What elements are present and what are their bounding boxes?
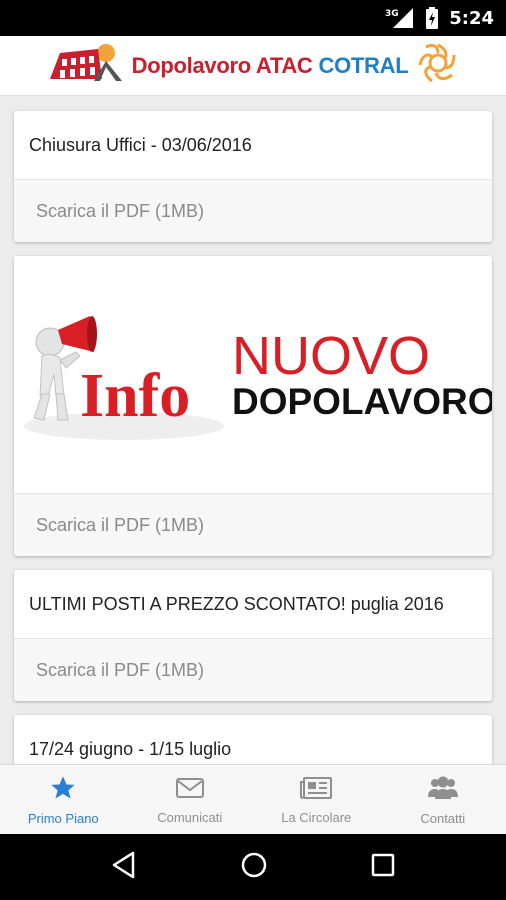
back-icon[interactable] bbox=[111, 851, 137, 884]
news-card-title[interactable]: 17/24 giugno - 1/15 luglio bbox=[14, 715, 492, 764]
envelope-icon bbox=[175, 775, 205, 804]
news-card-title[interactable]: ULTIMI POSTI A PREZZO SCONTATO! puglia 2… bbox=[14, 570, 492, 639]
svg-text:3G: 3G bbox=[385, 9, 399, 19]
download-pdf-button[interactable]: Scarica il PDF (1MB) bbox=[14, 639, 492, 701]
news-card: Info NUOVO DOPOLAVORO Scarica il PDF (1M… bbox=[14, 256, 492, 556]
tab-contatti[interactable]: Contatti bbox=[380, 765, 506, 834]
tab-label: La Circolare bbox=[281, 809, 352, 825]
clock: 5:24 bbox=[449, 7, 494, 29]
tab-la-circolare[interactable]: La Circolare bbox=[253, 765, 380, 834]
tab-label: Contatti bbox=[420, 810, 466, 826]
status-bar: 3G 5:24 bbox=[0, 0, 506, 36]
star-icon bbox=[49, 774, 77, 805]
newspaper-icon bbox=[299, 775, 333, 804]
cotral-logo-icon bbox=[416, 41, 460, 90]
bottom-navigation: Primo Piano Comunicati La Circolare Cont… bbox=[0, 764, 506, 834]
signal-3g-icon: 3G bbox=[385, 7, 415, 29]
news-card-title[interactable]: Chiusura Uffici - 03/06/2016 bbox=[14, 111, 492, 180]
news-feed[interactable]: Chiusura Uffici - 03/06/2016 Scarica il … bbox=[0, 97, 506, 764]
svg-text:NUOVO: NUOVO bbox=[232, 326, 430, 386]
download-pdf-button[interactable]: Scarica il PDF (1MB) bbox=[14, 494, 492, 556]
home-icon[interactable] bbox=[240, 851, 268, 884]
news-card-image[interactable]: Info NUOVO DOPOLAVORO bbox=[14, 256, 492, 494]
users-icon bbox=[426, 774, 460, 805]
colosseum-logo-icon bbox=[46, 41, 124, 90]
news-card: 17/24 giugno - 1/15 luglio bbox=[14, 715, 492, 764]
tab-primo-piano[interactable]: Primo Piano bbox=[0, 765, 127, 834]
news-card: ULTIMI POSTI A PREZZO SCONTATO! puglia 2… bbox=[14, 570, 492, 701]
brand-name: Dopolavoro ATAC COTRAL bbox=[131, 52, 409, 78]
tab-label: Primo Piano bbox=[27, 810, 99, 826]
brand-logo: Dopolavoro ATAC COTRAL bbox=[46, 41, 461, 90]
nuovo-dopolavoro-banner: Info NUOVO DOPOLAVORO bbox=[24, 316, 492, 440]
system-navigation-bar bbox=[0, 834, 506, 900]
svg-text:DOPOLAVORO: DOPOLAVORO bbox=[232, 381, 492, 422]
app-header: Dopolavoro ATAC COTRAL bbox=[0, 36, 506, 96]
news-card: Chiusura Uffici - 03/06/2016 Scarica il … bbox=[14, 111, 492, 242]
recents-icon[interactable] bbox=[371, 853, 395, 882]
svg-text:Info: Info bbox=[80, 362, 190, 430]
download-pdf-button[interactable]: Scarica il PDF (1MB) bbox=[14, 180, 492, 242]
tab-comunicati[interactable]: Comunicati bbox=[127, 765, 254, 834]
tab-label: Comunicati bbox=[157, 809, 223, 825]
battery-charging-icon bbox=[425, 7, 439, 29]
